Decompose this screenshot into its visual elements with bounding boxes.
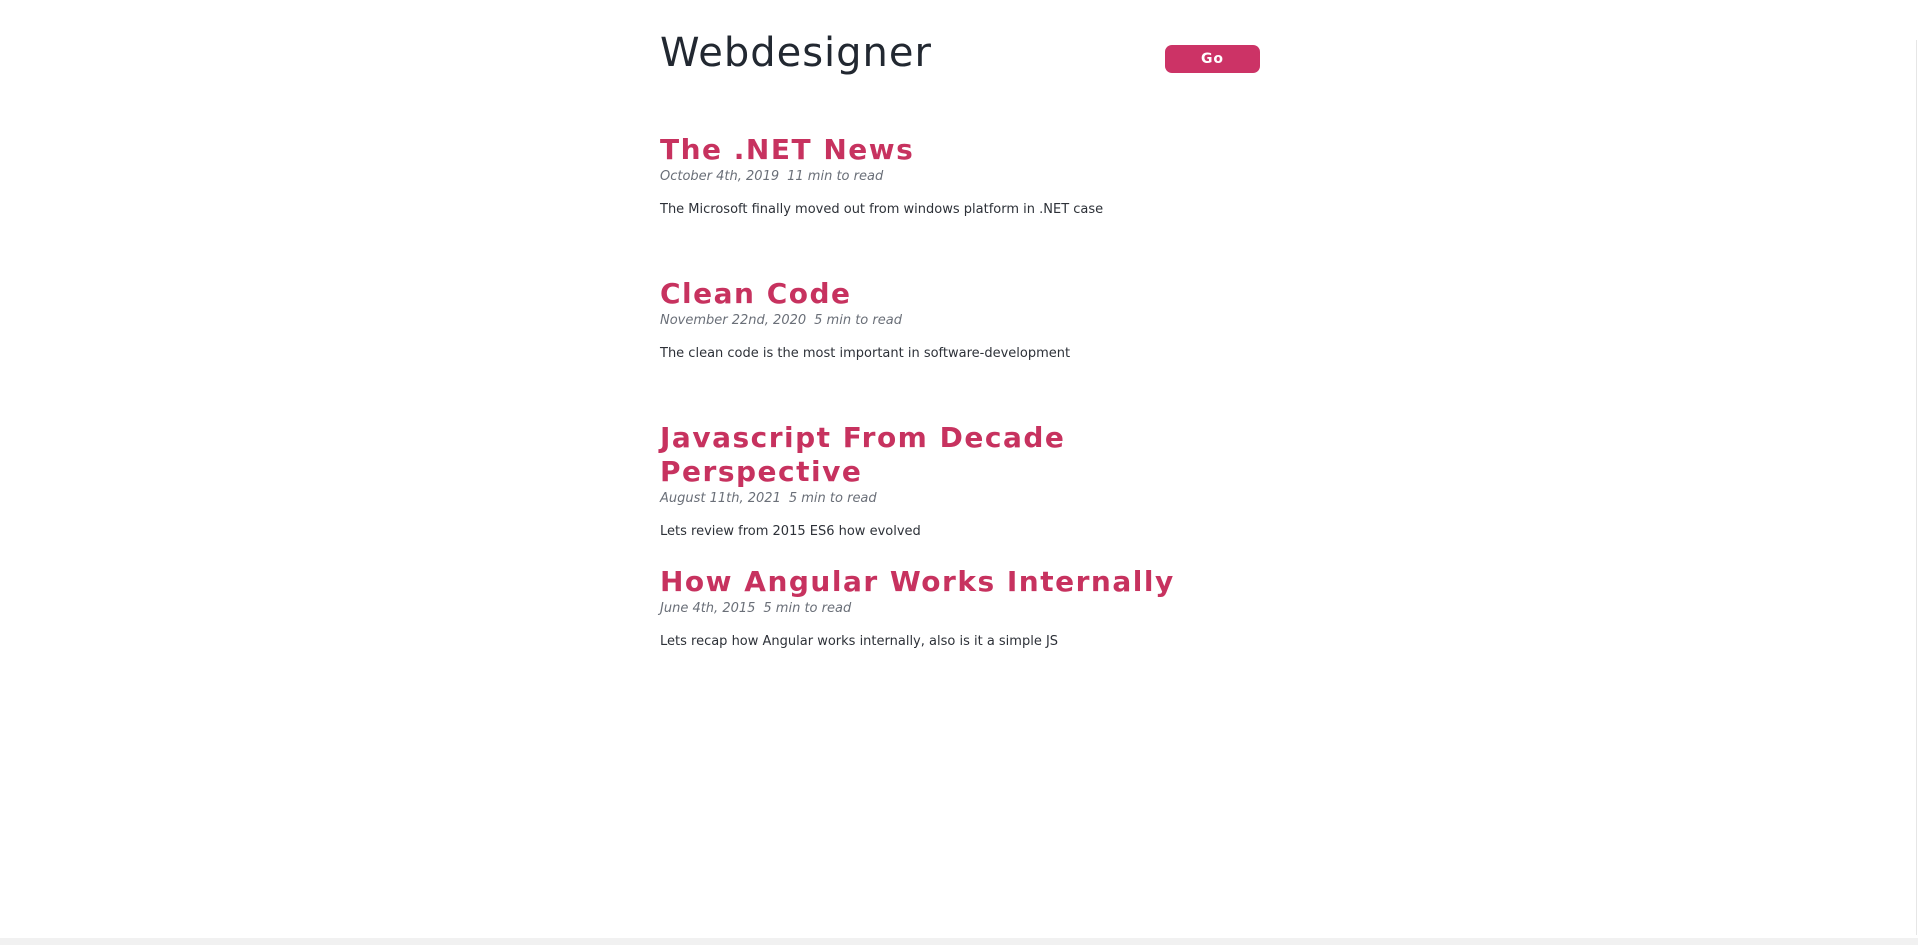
post-item: How Angular Works Internally June 4th, 2… [660, 552, 1260, 696]
post-date: June 4th, 2015 [660, 601, 756, 616]
post-item: Javascript From Decade Perspective Augus… [660, 408, 1260, 552]
post-read-time: 5 min to read [763, 601, 852, 616]
post-title-link[interactable]: The .NET News [660, 120, 1260, 167]
post-meta: October 4th, 2019 11 min to read [660, 168, 1260, 186]
site-title-link[interactable]: Webdesigner [660, 33, 932, 73]
site-header: Webdesigner Go DARK [660, 0, 1260, 120]
post-meta: August 11th, 2021 5 min to read [660, 490, 1260, 508]
post-title-link[interactable]: Clean Code [660, 264, 1260, 311]
post-date: August 11th, 2021 [660, 491, 781, 506]
post-title-link[interactable]: Javascript From Decade Perspective [660, 408, 1260, 489]
page: Webdesigner Go DARK The .NET News Octobe… [0, 0, 1918, 945]
post-meta: November 22nd, 2020 5 min to read [660, 312, 1260, 330]
post-title-link[interactable]: How Angular Works Internally [660, 552, 1260, 599]
post-excerpt: The clean code is the most important in … [660, 346, 1071, 361]
post-excerpt: Lets review from 2015 ES6 how evolved [660, 524, 921, 539]
post-meta: June 4th, 2015 5 min to read [660, 600, 1260, 618]
bottom-scroll-track [0, 938, 1918, 945]
page-edge-divider [1916, 40, 1917, 935]
post-list: The .NET News October 4th, 2019 11 min to… [660, 120, 1260, 696]
post-excerpt: Lets recap how Angular works internally,… [660, 634, 1059, 649]
post-date: October 4th, 2019 [660, 169, 780, 184]
post-read-time: 5 min to read [788, 491, 877, 506]
post-excerpt: The Microsoft finally moved out from win… [660, 202, 1104, 217]
post-item: The .NET News October 4th, 2019 11 min to… [660, 120, 1260, 264]
post-read-time: 5 min to read [814, 313, 902, 328]
post-read-time: 11 min to read [787, 169, 884, 184]
post-date: November 22nd, 2020 [660, 313, 807, 328]
theme-toggle-button[interactable]: Go DARK [1165, 45, 1260, 95]
post-item: Clean Code November 22nd, 2020 5 min to r… [660, 264, 1260, 408]
blog-container: Webdesigner Go DARK The .NET News Octobe… [660, 0, 1260, 696]
